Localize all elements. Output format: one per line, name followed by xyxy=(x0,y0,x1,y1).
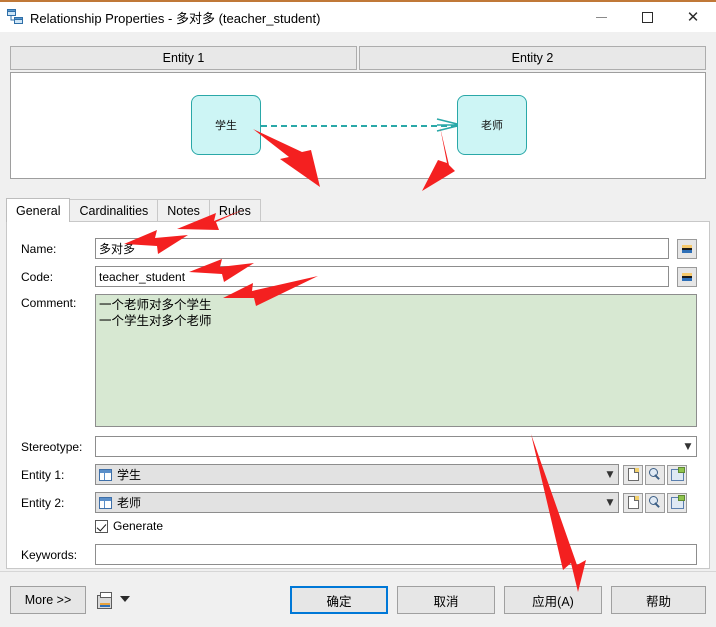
relationship-icon xyxy=(7,9,23,25)
entity1-create-button[interactable] xyxy=(623,464,643,485)
comment-textarea[interactable]: 一个老师对多个学生 一个学生对多个老师 xyxy=(95,294,697,427)
properties-icon xyxy=(670,466,685,481)
window-title: Relationship Properties - 多对多 (teacher_s… xyxy=(30,10,321,26)
tab-cardinalities-label: Cardinalities xyxy=(79,204,149,218)
name-label: Name: xyxy=(21,241,57,256)
keywords-label: Keywords: xyxy=(21,547,78,562)
table-icon xyxy=(99,496,112,509)
entity2-properties-button[interactable] xyxy=(667,492,687,513)
entity1-label: Entity 1: xyxy=(21,467,65,482)
print-button[interactable] xyxy=(96,591,114,609)
tab-cardinalities[interactable]: Cardinalities xyxy=(69,199,159,222)
stereotype-row: Stereotype: ▼ xyxy=(21,436,699,457)
more-button-label: More >> xyxy=(24,593,72,607)
tab-general[interactable]: General xyxy=(6,198,71,222)
keywords-row: Keywords: xyxy=(21,544,699,565)
entity2-row: Entity 2: 老师 ▼ xyxy=(21,492,699,513)
entity1-value: 学生 xyxy=(117,468,142,482)
general-tab-page: Name: Code: Comment: 一个老师对多个学生 一个学生对多个老师… xyxy=(6,221,710,569)
tab-notes-label: Notes xyxy=(167,204,200,218)
chevron-down-icon: ▼ xyxy=(606,469,614,480)
entity2-header-label: Entity 2 xyxy=(511,51,554,65)
ok-button[interactable]: 确定 xyxy=(290,586,388,614)
properties-icon xyxy=(670,494,685,509)
tab-rules-label: Rules xyxy=(218,204,251,218)
code-equals-button[interactable] xyxy=(677,266,697,287)
name-input[interactable] xyxy=(95,238,669,259)
apply-button[interactable]: 应用(A) xyxy=(504,586,602,614)
chevron-down-icon: ▼ xyxy=(684,441,692,452)
dialog-footer: More >> 确定 取消 应用(A) 帮助 xyxy=(0,571,716,627)
entity1-properties-button[interactable] xyxy=(667,464,687,485)
comment-row: Comment: 一个老师对多个学生 一个学生对多个老师 xyxy=(21,294,697,427)
entity1-browse-button[interactable] xyxy=(645,464,665,485)
chevron-down-icon xyxy=(120,596,130,602)
entity-header-strip: Entity 1 Entity 2 xyxy=(10,46,706,70)
entity1-header[interactable]: Entity 1 xyxy=(10,46,357,70)
tab-strip: General Cardinalities Notes Rules xyxy=(6,198,710,222)
code-row: Code: xyxy=(21,266,699,287)
title-bar: Relationship Properties - 多对多 (teacher_s… xyxy=(0,0,716,32)
tab-rules[interactable]: Rules xyxy=(208,199,261,222)
entity1-row: Entity 1: 学生 ▼ xyxy=(21,464,699,485)
relationship-link-line xyxy=(261,125,457,127)
create-icon xyxy=(627,468,639,481)
ok-button-label: 确定 xyxy=(326,594,352,609)
maximize-button[interactable] xyxy=(624,1,670,33)
generate-checkbox[interactable] xyxy=(95,519,108,533)
stereotype-label: Stereotype: xyxy=(21,439,83,454)
entity1-box-label: 学生 xyxy=(215,120,237,132)
tab-notes[interactable]: Notes xyxy=(157,199,210,222)
entity2-create-button[interactable] xyxy=(623,492,643,513)
cancel-button[interactable]: 取消 xyxy=(397,586,495,614)
entity1-header-label: Entity 1 xyxy=(162,51,205,65)
browse-icon xyxy=(648,496,662,509)
entity2-combo[interactable]: 老师 ▼ xyxy=(95,492,619,513)
more-button[interactable]: More >> xyxy=(10,586,86,614)
window-controls: ✕ xyxy=(578,1,716,33)
comment-label: Comment: xyxy=(21,296,77,310)
help-button-label: 帮助 xyxy=(645,594,671,609)
entity2-header[interactable]: Entity 2 xyxy=(359,46,706,70)
code-label: Code: xyxy=(21,269,54,284)
print-icon xyxy=(97,592,112,609)
apply-button-label: 应用(A) xyxy=(532,594,574,609)
generate-checkbox-row[interactable]: Generate xyxy=(95,519,163,533)
entity2-value: 老师 xyxy=(117,496,142,510)
entity1-box[interactable]: 学生 xyxy=(191,95,261,155)
name-equals-button[interactable] xyxy=(677,238,697,259)
chevron-down-icon: ▼ xyxy=(606,497,614,508)
entity2-box-label: 老师 xyxy=(481,120,503,132)
relationship-preview-canvas[interactable]: 学生 老师 xyxy=(10,72,706,179)
cancel-button-label: 取消 xyxy=(433,594,459,609)
stereotype-combo[interactable]: ▼ xyxy=(95,436,697,457)
generate-label: Generate xyxy=(113,519,164,533)
equals-icon xyxy=(682,244,692,253)
keywords-input[interactable] xyxy=(95,544,697,565)
tab-general-label: General xyxy=(16,203,61,218)
entity1-combo[interactable]: 学生 ▼ xyxy=(95,464,619,485)
create-icon xyxy=(627,496,639,509)
browse-icon xyxy=(648,468,662,481)
help-button[interactable]: 帮助 xyxy=(611,586,706,614)
equals-icon xyxy=(682,272,692,281)
entity2-box[interactable]: 老师 xyxy=(457,95,527,155)
minimize-button[interactable] xyxy=(578,1,624,33)
name-row: Name: xyxy=(21,238,699,259)
table-icon xyxy=(99,468,112,481)
entity2-label: Entity 2: xyxy=(21,495,65,510)
entity2-browse-button[interactable] xyxy=(645,492,665,513)
close-button[interactable]: ✕ xyxy=(670,1,716,33)
code-input[interactable] xyxy=(95,266,669,287)
print-dropdown-button[interactable] xyxy=(120,596,132,604)
